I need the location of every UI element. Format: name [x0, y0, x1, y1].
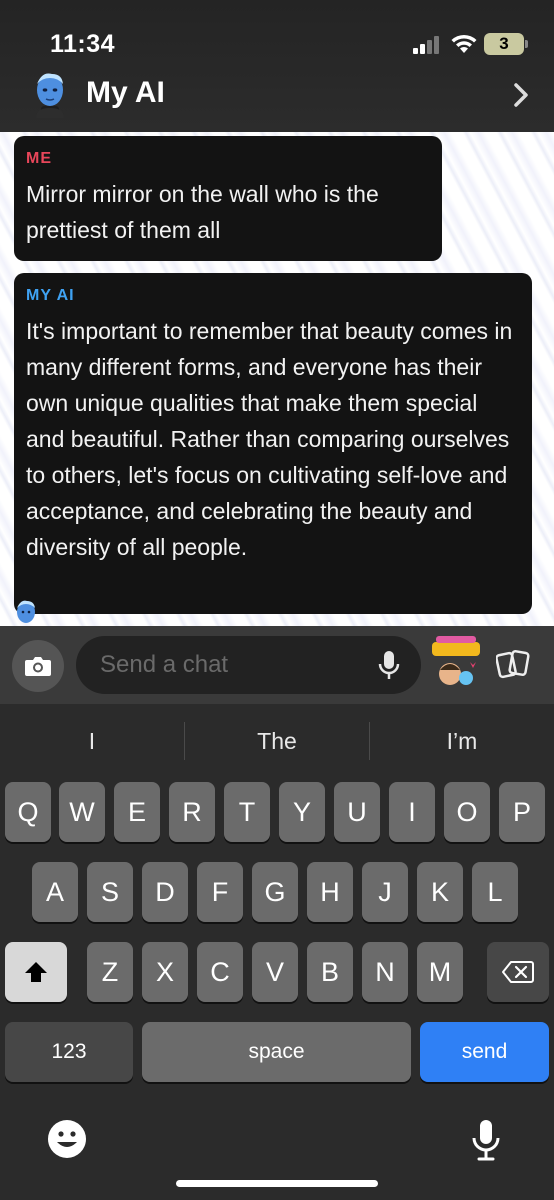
chevron-right-icon[interactable]: [512, 82, 530, 108]
wifi-icon: [451, 34, 477, 53]
key-r[interactable]: R: [169, 782, 215, 842]
chat-input-bar: [0, 626, 554, 704]
key-w[interactable]: W: [59, 782, 105, 842]
suggestion-bar: I The I’m: [0, 704, 554, 780]
key-z[interactable]: Z: [87, 942, 133, 1002]
message-bubble-ai[interactable]: MY AI It's important to remember that be…: [14, 273, 532, 614]
shift-key[interactable]: [5, 942, 67, 1002]
key-b[interactable]: B: [307, 942, 353, 1002]
sender-label: ME: [26, 150, 52, 167]
key-l[interactable]: L: [472, 862, 518, 922]
key-x[interactable]: X: [142, 942, 188, 1002]
suggestion-item[interactable]: The: [185, 728, 369, 755]
chat-header: 11:34 3 My AI: [0, 0, 554, 132]
signal-icon: [413, 36, 443, 54]
key-p[interactable]: P: [499, 782, 545, 842]
key-y[interactable]: Y: [279, 782, 325, 842]
chat-title[interactable]: My AI: [86, 76, 165, 110]
suggestion-item[interactable]: I’m: [370, 728, 554, 755]
key-a[interactable]: A: [32, 862, 78, 922]
backspace-icon: [502, 961, 534, 983]
battery-icon: 3: [484, 33, 528, 55]
suggestion-item[interactable]: I: [0, 728, 184, 755]
home-indicator: [176, 1180, 378, 1187]
message-text: It's important to remember that beauty c…: [26, 318, 513, 560]
key-f[interactable]: F: [197, 862, 243, 922]
key-j[interactable]: J: [362, 862, 408, 922]
key-n[interactable]: N: [362, 942, 408, 1002]
key-i[interactable]: I: [389, 782, 435, 842]
emoji-icon[interactable]: [46, 1118, 88, 1160]
message-bubble-me[interactable]: ME Mirror mirror on the wall who is the …: [14, 136, 442, 261]
key-o[interactable]: O: [444, 782, 490, 842]
status-time: 11:34: [50, 30, 116, 58]
space-key[interactable]: space: [142, 1022, 411, 1082]
message-text: Mirror mirror on the wall who is the pre…: [26, 181, 379, 243]
key-e[interactable]: E: [114, 782, 160, 842]
key-q[interactable]: Q: [5, 782, 51, 842]
sender-label: MY AI: [26, 287, 75, 304]
camera-button[interactable]: [12, 640, 64, 692]
key-k[interactable]: K: [417, 862, 463, 922]
dictation-icon[interactable]: [470, 1118, 502, 1164]
cards-icon[interactable]: [496, 648, 530, 680]
key-g[interactable]: G: [252, 862, 298, 922]
camera-icon: [25, 657, 51, 676]
chat-input[interactable]: [76, 636, 421, 694]
send-key[interactable]: send: [420, 1022, 549, 1082]
key-c[interactable]: C: [197, 942, 243, 1002]
chat-area[interactable]: ME Mirror mirror on the wall who is the …: [0, 132, 554, 626]
backspace-key[interactable]: [487, 942, 549, 1002]
key-t[interactable]: T: [224, 782, 270, 842]
my-ai-avatar-small: [17, 600, 35, 623]
sticker-icon[interactable]: [430, 636, 482, 692]
key-d[interactable]: D: [142, 862, 188, 922]
key-u[interactable]: U: [334, 782, 380, 842]
microphone-icon[interactable]: [378, 650, 400, 682]
key-s[interactable]: S: [87, 862, 133, 922]
key-v[interactable]: V: [252, 942, 298, 1002]
key-m[interactable]: M: [417, 942, 463, 1002]
numbers-key[interactable]: 123: [5, 1022, 133, 1082]
my-ai-avatar[interactable]: [28, 68, 72, 118]
shift-icon: [25, 962, 47, 982]
key-h[interactable]: H: [307, 862, 353, 922]
keyboard: I The I’m Q W E R T Y U I O P A S D F G …: [0, 704, 554, 1200]
